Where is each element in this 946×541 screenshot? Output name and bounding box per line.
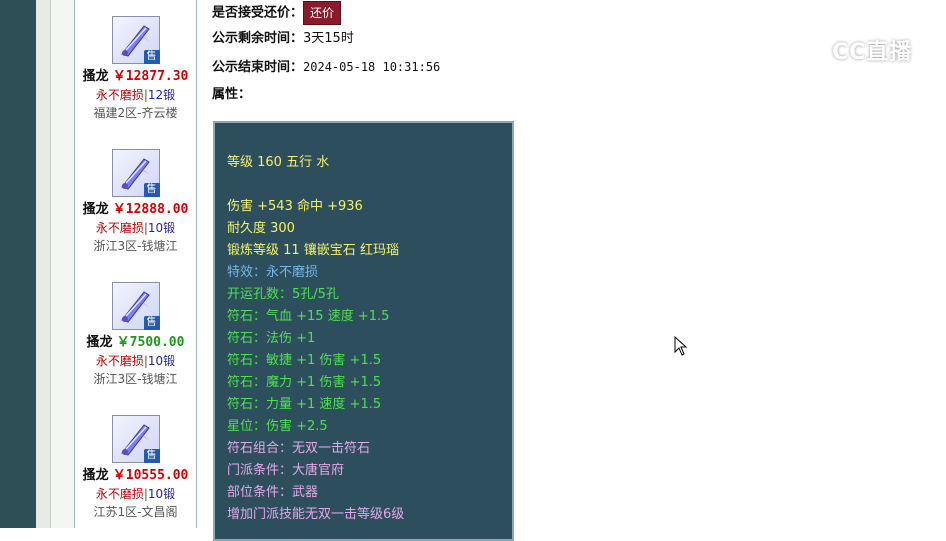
wear-status: 永不磨损 bbox=[95, 354, 144, 368]
server-name: 江苏1区-文昌阁 bbox=[93, 505, 178, 519]
remaining-time-value: 3天15时 bbox=[303, 31, 354, 46]
attribute-line: 部位条件：武器 bbox=[227, 485, 319, 500]
attribute-line: 等级 160 五行 水 bbox=[227, 155, 330, 170]
attribute-line: 符石组合：无双一击符石 bbox=[227, 441, 371, 456]
end-time-value: 2024-05-18 10:31:56 bbox=[303, 60, 441, 74]
forge-level: 12锻 bbox=[147, 88, 176, 102]
attribute-line: 开运孔数：5孔/5孔 bbox=[227, 287, 339, 302]
counter-offer-row: 是否接受还价： 还价 bbox=[212, 1, 342, 25]
sell-badge: 售 bbox=[143, 183, 160, 197]
item-price: ￥7500.00 bbox=[116, 335, 185, 350]
counter-offer-label: 是否接受还价： bbox=[212, 5, 304, 21]
attribute-line: 增加门派技能无双一击等级6级 bbox=[227, 507, 405, 522]
attribute-line: 锻炼等级 11 镶嵌宝石 红玛瑙 bbox=[227, 243, 399, 258]
item-name: 搔龙 bbox=[82, 202, 109, 217]
item-thumbnail[interactable]: 售 bbox=[111, 282, 160, 330]
item-name: 搔龙 bbox=[86, 335, 113, 350]
attribute-line: 星位：伤害 +2.5 bbox=[227, 419, 328, 434]
item-price: ￥10555.00 bbox=[112, 468, 189, 483]
attribute-line: 符石：法伤 +1 bbox=[227, 331, 316, 346]
listing-item[interactable]: 售 搔龙 ￥12888.00 永不磨损|10锻 浙江3区-钱塘江 bbox=[75, 149, 196, 254]
attribute-line: 伤害 +543 命中 +936 bbox=[227, 199, 363, 214]
watermark: CC直播 bbox=[792, 32, 916, 68]
sell-badge: 售 bbox=[143, 316, 160, 330]
counter-offer-button[interactable]: 还价 bbox=[303, 1, 342, 25]
attribute-line: 符石：力量 +1 速度 +1.5 bbox=[227, 397, 382, 412]
wear-status: 永不磨损 bbox=[95, 221, 144, 235]
left-gutter bbox=[51, 0, 73, 528]
sell-badge: 售 bbox=[143, 50, 160, 64]
item-name: 搔龙 bbox=[82, 69, 109, 84]
listing-item[interactable]: 售 搔龙 ￥12877.30 永不磨损|12锻 福建2区-齐云楼 bbox=[75, 16, 196, 121]
left-scroll-strip bbox=[36, 0, 51, 528]
wear-status: 永不磨损 bbox=[95, 88, 144, 102]
end-time-row: 公示结束时间：2024-05-18 10:31:56 bbox=[212, 58, 440, 77]
item-thumbnail[interactable]: 售 bbox=[111, 16, 160, 64]
remaining-time-label: 公示剩余时间： bbox=[212, 31, 304, 46]
listing-item[interactable]: 售 搔龙 ￥7500.00 永不磨损|10锻 浙江3区-钱塘江 bbox=[75, 282, 196, 387]
forge-level: 10锻 bbox=[147, 354, 176, 368]
attribute-line: 耐久度 300 bbox=[227, 221, 295, 236]
listing-item[interactable]: 售 搔龙 ￥10555.00 永不磨损|10锻 江苏1区-文昌阁 bbox=[75, 415, 196, 520]
forge-level: 10锻 bbox=[147, 221, 176, 235]
attribute-line: 门派条件：大唐官府 bbox=[227, 463, 345, 478]
end-time-label: 公示结束时间： bbox=[212, 60, 304, 75]
server-name: 福建2区-齐云楼 bbox=[93, 106, 178, 120]
attributes-box: 等级 160 五行 水 伤害 +543 命中 +936 耐久度 300 锻炼等级… bbox=[213, 121, 514, 541]
left-dark-panel bbox=[0, 0, 36, 528]
server-name: 浙江3区-钱塘江 bbox=[93, 239, 178, 253]
server-name: 浙江3区-钱塘江 bbox=[93, 372, 178, 386]
attribute-line: 符石：气血 +15 速度 +1.5 bbox=[227, 309, 390, 324]
listing-sidebar: 售 搔龙 ￥12877.30 永不磨损|12锻 福建2区-齐云楼 售 搔龙 ￥1… bbox=[74, 0, 197, 528]
mouse-cursor-icon bbox=[674, 336, 688, 356]
item-price: ￥12877.30 bbox=[112, 69, 189, 84]
attribute-line: 特效：永不磨损 bbox=[227, 265, 319, 280]
wear-status: 永不磨损 bbox=[95, 487, 144, 501]
item-price: ￥12888.00 bbox=[112, 202, 189, 217]
cc-live-logo-icon bbox=[793, 34, 825, 66]
attributes-label: 属性： bbox=[212, 87, 252, 102]
sell-badge: 售 bbox=[143, 449, 160, 463]
forge-level: 10锻 bbox=[147, 487, 176, 501]
attribute-line: 符石：魔力 +1 伤害 +1.5 bbox=[227, 375, 382, 390]
attributes-row: 属性： bbox=[212, 86, 251, 104]
watermark-text: CC直播 bbox=[832, 40, 913, 65]
item-name: 搔龙 bbox=[82, 468, 109, 483]
item-thumbnail[interactable]: 售 bbox=[111, 415, 160, 463]
remaining-time-row: 公示剩余时间：3天15时 bbox=[212, 30, 354, 48]
attribute-line: 符石：敏捷 +1 伤害 +1.5 bbox=[227, 353, 382, 368]
item-thumbnail[interactable]: 售 bbox=[111, 149, 160, 197]
